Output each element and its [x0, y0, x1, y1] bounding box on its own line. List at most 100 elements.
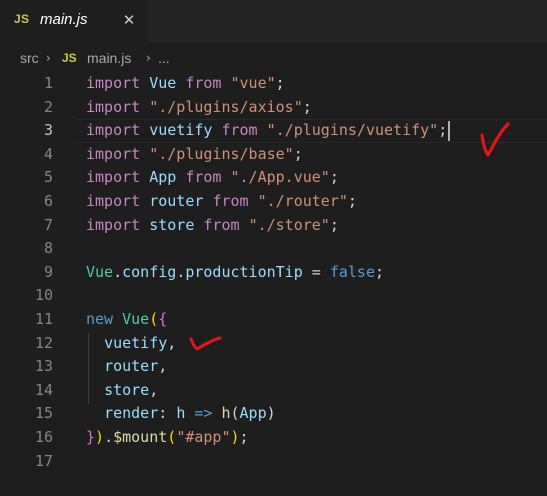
code-token: ; — [275, 74, 285, 92]
code-token: App — [149, 168, 177, 187]
code-token: h — [176, 404, 186, 423]
code-token: import — [86, 74, 141, 92]
code-token: config — [122, 262, 177, 281]
code-token: import — [86, 97, 141, 116]
code-token: h — [221, 404, 231, 423]
code-token: ) — [230, 428, 240, 446]
editor-tab-bar: JS main.js ✕ — [0, 0, 547, 42]
code-token: : — [158, 404, 168, 423]
code-token: router — [149, 192, 204, 210]
code-token: . — [176, 262, 186, 281]
code-token: import — [86, 144, 141, 163]
code-token: . — [104, 428, 114, 446]
line-number: 5 — [43, 168, 53, 187]
code-token: false — [329, 262, 375, 281]
code-text: vuetify, — [86, 332, 176, 356]
code-line[interactable]: 12 vuetify, — [0, 332, 547, 356]
line-number: 13 — [34, 357, 53, 376]
breadcrumb: src › JS main.js › ... — [0, 42, 547, 72]
code-editor[interactable]: 1 import Vue from "vue"; 2 import "./plugin… — [0, 72, 547, 496]
chevron-right-icon: › — [46, 51, 51, 65]
code-token: from — [185, 74, 222, 92]
code-line[interactable]: 1 import Vue from "vue"; — [0, 72, 547, 96]
code-token: Vue — [86, 262, 114, 281]
tab-main-js[interactable]: JS main.js ✕ — [0, 0, 148, 42]
code-line[interactable]: 6 import router from "./router"; — [0, 190, 547, 214]
code-line[interactable]: 14 store, — [0, 379, 547, 403]
line-number: 16 — [34, 428, 53, 446]
code-token: ; — [239, 428, 249, 446]
code-token: from — [221, 121, 258, 140]
code-token: "./plugins/base" — [149, 144, 294, 163]
code-text: }).$mount("#app"); — [86, 426, 249, 450]
code-token: , — [167, 333, 177, 352]
code-line[interactable]: 5 import App from "./App.vue"; — [0, 166, 547, 190]
code-text: Vue.config.productionTip = false; — [86, 261, 384, 285]
code-text: new Vue({ — [86, 308, 167, 332]
code-line[interactable]: 16 }).$mount("#app"); — [0, 426, 547, 450]
javascript-file-icon: JS — [62, 51, 77, 65]
line-number: 17 — [34, 451, 53, 470]
code-text: import store from "./store"; — [86, 214, 339, 238]
code-text: router, — [86, 355, 167, 379]
line-number: 9 — [43, 262, 53, 281]
code-token: import — [86, 168, 141, 187]
code-line[interactable]: 15 render: h => h(App) — [0, 402, 547, 426]
chevron-right-icon: › — [146, 51, 151, 65]
line-number: 2 — [43, 97, 53, 116]
code-token: from — [185, 168, 222, 187]
breadcrumb-symbol[interactable]: ... — [158, 50, 170, 66]
code-token: Vue — [149, 74, 177, 92]
code-token: router — [104, 357, 159, 376]
breadcrumb-file[interactable]: main.js — [87, 50, 131, 66]
close-icon[interactable]: ✕ — [118, 9, 140, 31]
code-line[interactable]: 17 — [0, 450, 547, 474]
code-token: { — [158, 310, 168, 328]
line-number: 14 — [34, 380, 53, 399]
code-text: import vuetify from "./plugins/vuetify"; — [86, 119, 447, 143]
code-line[interactable]: 11 new Vue({ — [0, 308, 547, 332]
code-line[interactable]: 3 import vuetify from "./plugins/vuetify"… — [0, 119, 547, 143]
code-token: ; — [375, 262, 385, 281]
code-token: ; — [293, 144, 303, 163]
code-text: import "./plugins/base"; — [86, 143, 303, 167]
code-token: "#app" — [176, 428, 231, 446]
code-text: import "./plugins/axios"; — [86, 96, 312, 120]
code-token: "./router" — [257, 192, 348, 210]
code-text: import router from "./router"; — [86, 190, 357, 214]
code-line[interactable]: 7 import store from "./store"; — [0, 214, 547, 238]
code-token: , — [149, 380, 159, 399]
code-token: ) — [266, 404, 276, 423]
code-line[interactable]: 4 import "./plugins/base"; — [0, 143, 547, 167]
code-line[interactable]: 2 import "./plugins/axios"; — [0, 96, 547, 120]
line-number: 8 — [43, 239, 53, 258]
code-token: "vue" — [230, 74, 276, 92]
code-line[interactable]: 9 Vue.config.productionTip = false; — [0, 261, 547, 285]
code-token: $mount — [113, 428, 168, 446]
code-text: import Vue from "vue"; — [86, 72, 285, 96]
code-line[interactable]: 13 router, — [0, 355, 547, 379]
code-line[interactable]: 8 — [0, 237, 547, 261]
code-token: ; — [347, 192, 357, 210]
code-token: ; — [329, 215, 339, 234]
line-number: 7 — [43, 215, 53, 234]
code-token: vuetify — [104, 333, 168, 352]
code-line[interactable]: 10 — [0, 284, 547, 308]
code-token: ( — [230, 404, 240, 423]
code-token: } — [86, 428, 96, 446]
code-text: store, — [86, 379, 158, 403]
breadcrumb-folder[interactable]: src — [20, 50, 39, 66]
code-token: "./store" — [248, 215, 330, 234]
